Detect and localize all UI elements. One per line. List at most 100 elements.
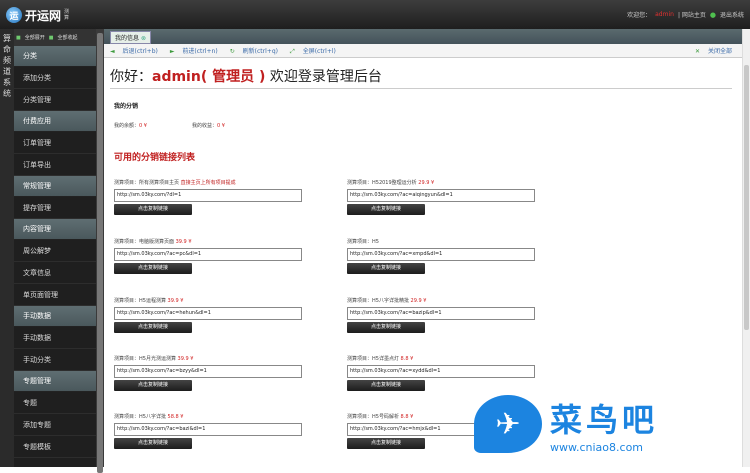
sidebar-scrollbar[interactable] [96, 29, 104, 473]
copy-link-button[interactable]: 点击复制链接 [347, 204, 425, 215]
copy-link-button[interactable]: 点击复制链接 [347, 322, 425, 333]
sidebar-item[interactable]: 添加分类 [14, 67, 96, 89]
copy-link-button[interactable]: 点击复制链接 [114, 380, 192, 391]
refresh-label: 刷新(ctrl+q) [242, 48, 278, 55]
refresh-button[interactable]: ↻ 刷新(ctrl+q) [230, 46, 284, 55]
sidebar-group[interactable]: 常规管理 [14, 176, 96, 197]
expand-all-button[interactable]: 全部展开 [25, 34, 45, 41]
list-title: 可用的分销链接列表 [114, 153, 196, 163]
copy-link-button[interactable]: 点击复制链接 [114, 322, 192, 333]
link-url-field[interactable]: http://sm.03ky.com/?ac=xydd&dl=1 [347, 365, 535, 378]
forward-icon: ► [169, 48, 175, 55]
sidebar-group[interactable]: 专题管理 [14, 371, 96, 392]
sidebar-item[interactable]: 手动数据 [14, 327, 96, 349]
link-item: 测算项目：H5月光测运测算 39.9 ¥ http://sm.03ky.com/?… [114, 355, 314, 391]
link-url-field[interactable]: http://sm.03ky.com/?ac=xmpd&dl=1 [347, 248, 535, 261]
item-name: 测算项目：H5 [347, 239, 379, 245]
exit-icon[interactable]: ● [710, 11, 716, 19]
item-note: 直接主页上所有项目提成 [180, 180, 236, 186]
watermark-url: www.cniao8.com [550, 440, 644, 454]
welcome-label: 欢迎您： [627, 12, 652, 19]
item-label: 测算项目：电脑版测算页面 39.9 ¥ [114, 238, 314, 245]
fullscreen-button[interactable]: ⤢ 全屏(ctrl+l) [290, 46, 342, 56]
item-name: 测算项目：H5号码解析 [347, 414, 399, 420]
sidebar-item[interactable]: 手动分类 [14, 349, 96, 371]
copy-link-button[interactable]: 点击复制链接 [114, 204, 192, 215]
forward-label: 前进(ctrl+n) [182, 48, 218, 55]
balance: 我的余额：0 ¥ [114, 122, 147, 129]
sidebar-group[interactable]: 手动数据 [14, 306, 96, 327]
home-link[interactable]: | 网站主页 [678, 10, 706, 19]
sidebar-item[interactable]: 提存管理 [14, 197, 96, 219]
collapse-icon: ■ [48, 34, 54, 41]
link-item: 测算项目：H5 http://sm.03ky.com/?ac=xmpd&dl=1… [347, 238, 547, 274]
greeting-pre: 你好： [110, 69, 152, 85]
item-label: 测算项目：H5月光测运测算 39.9 ¥ [114, 355, 314, 362]
income-value: 0 ¥ [217, 123, 225, 129]
link-url-field[interactable]: http://sm.03ky.com/?ac=pc&dl=1 [114, 248, 302, 261]
link-url-field[interactable]: http://sm.03ky.com/?ac=bazi&dl=1 [114, 423, 302, 436]
sidebar-item[interactable]: 周公解梦 [14, 240, 96, 262]
item-price: 58.8 ¥ [167, 414, 184, 420]
forward-button[interactable]: ► 前进(ctrl+n) [170, 46, 224, 55]
sidebar-item[interactable]: 订单管理 [14, 132, 96, 154]
greeting-post: 欢迎登录管理后台 [269, 69, 382, 85]
back-label: 后退(ctrl+b) [122, 48, 158, 55]
sidebar-group[interactable]: 内容管理 [14, 219, 96, 240]
sidebar-group[interactable]: 分类 [14, 46, 96, 67]
copy-link-button[interactable]: 点击复制链接 [114, 263, 192, 274]
link-url-field[interactable]: http://sm.03ky.com/?dl=1 [114, 189, 302, 202]
balance-label: 我的余额： [114, 123, 140, 129]
item-label: 测算项目：H5详墨点灯 8.8 ¥ [347, 355, 547, 362]
sidebar-item[interactable]: 专题模板 [14, 436, 96, 458]
item-label: 测算项目：H5八字详批 58.8 ¥ [114, 413, 314, 420]
greeting-name: admin( 管理员 ) [152, 69, 266, 85]
section-title: 我的分销 [114, 103, 139, 110]
item-name: 测算项目：所有测算项目主页 [114, 180, 180, 186]
item-label: 测算项目：所有测算项目主页 直接主页上所有项目提成 [114, 179, 314, 186]
sidebar-item[interactable]: 分类管理 [14, 89, 96, 111]
link-url-field[interactable]: http://sm.03ky.com/?ac=bzyy&dl=1 [114, 365, 302, 378]
sidebar-item[interactable]: 订单导出 [14, 154, 96, 176]
close-all-button[interactable]: ✕ 关闭全部 [695, 46, 738, 55]
item-price: 29.9 ¥ [418, 180, 435, 186]
main-scroll-thumb[interactable] [744, 65, 749, 330]
link-url-field[interactable]: http://sm.03ky.com/?ac=aiqingyun&dl=1 [347, 189, 535, 202]
copy-link-button[interactable]: 点击复制链接 [347, 438, 425, 449]
copy-link-button[interactable]: 点击复制链接 [347, 263, 425, 274]
system-strip: 算命频道系统 [0, 29, 14, 467]
item-name: 测算项目：H5八字详批精批 [347, 298, 409, 304]
copy-link-button[interactable]: 点击复制链接 [114, 438, 192, 449]
balance-value: 0 ¥ [139, 123, 147, 129]
nav-toolbar: ◄ 后退(ctrl+b) ► 前进(ctrl+n) ↻ 刷新(ctrl+q) ⤢… [104, 44, 750, 58]
link-url-field[interactable]: http://sm.03ky.com/?ac=bazip&dl=1 [347, 307, 535, 320]
tab-close-icon[interactable]: ⊗ [141, 35, 146, 42]
expand-icon: ■ [16, 34, 21, 41]
income: 我的收益：0 ¥ [192, 122, 225, 129]
item-price: 8.8 ¥ [400, 414, 414, 420]
item-price: 29.9 ¥ [410, 298, 427, 304]
logo-sub: 测算 [64, 9, 70, 21]
exit-link[interactable]: 退出系统 [720, 10, 744, 19]
copy-link-button[interactable]: 点击复制链接 [347, 380, 425, 391]
link-item: 测算项目：H5八字详批 58.8 ¥ http://sm.03ky.com/?ac… [114, 413, 314, 449]
item-name: 测算项目：H5详墨点灯 [347, 356, 399, 362]
logo-text: 开运网 [25, 8, 62, 23]
sidebar-item[interactable]: 添加专题 [14, 414, 96, 436]
back-icon: ◄ [110, 48, 115, 55]
back-button[interactable]: ◄ 后退(ctrl+b) [110, 46, 164, 55]
refresh-icon: ↻ [229, 48, 235, 55]
item-label: 测算项目：H5八字详批精批 29.9 ¥ [347, 297, 547, 304]
link-url-field[interactable]: http://sm.03ky.com/?ac=hehun&dl=1 [114, 307, 302, 320]
username[interactable]: admin [655, 11, 674, 18]
sidebar-scroll-thumb[interactable] [97, 33, 103, 473]
item-name: 测算项目：电脑版测算页面 [114, 239, 175, 245]
sidebar-item[interactable]: 单页面管理 [14, 284, 96, 306]
tab-my-info[interactable]: 我的信息 ⊗ [110, 31, 152, 44]
item-name: 测算项目：H52019整理运分析 [347, 180, 417, 186]
sidebar-item[interactable]: 专题 [14, 392, 96, 414]
collapse-all-button[interactable]: 全部收起 [57, 34, 77, 41]
sidebar-item[interactable]: 文章信息 [14, 262, 96, 284]
sidebar-group[interactable]: 付费应用 [14, 111, 96, 132]
fullscreen-icon: ⤢ [289, 47, 295, 55]
